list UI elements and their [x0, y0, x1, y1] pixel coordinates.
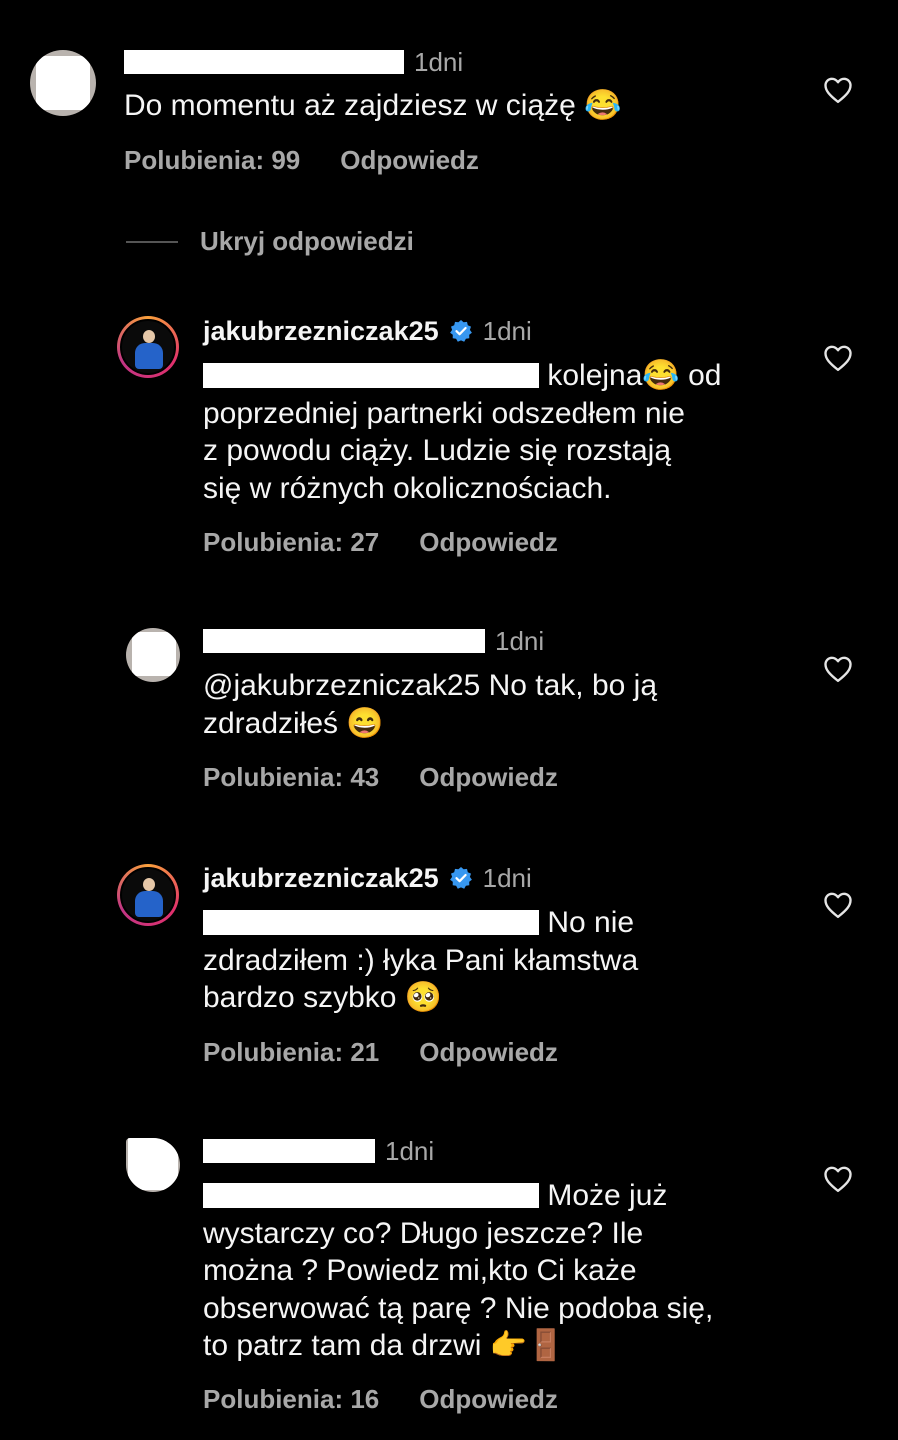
username-redaction[interactable] — [203, 1139, 375, 1163]
username[interactable]: jakubrzezniczak25 — [203, 316, 439, 347]
username-redaction[interactable] — [203, 629, 485, 653]
heart-icon[interactable] — [823, 891, 853, 919]
likes-count[interactable]: Polubienia: 99 — [124, 145, 300, 175]
mention-redaction — [203, 910, 539, 935]
username[interactable]: jakubrzezniczak25 — [203, 863, 439, 894]
likes-count[interactable]: Polubienia: 43 — [203, 762, 379, 792]
likes-count[interactable]: Polubienia: 27 — [203, 527, 379, 557]
comment-time: 1dni — [495, 625, 545, 656]
comment-text: Do momentu aż zajdziesz w ciążę 😂 — [124, 89, 622, 122]
reply-button[interactable]: Odpowiedz — [419, 1037, 558, 1067]
comment-text: No nie zdradziłem :) łyka Pani kłamstwa … — [203, 906, 639, 1014]
reply-button[interactable]: Odpowiedz — [419, 527, 558, 557]
username-redaction[interactable] — [124, 50, 404, 74]
heart-icon[interactable] — [823, 655, 853, 683]
likes-count[interactable]: Polubienia: 16 — [203, 1384, 379, 1414]
verified-badge-icon — [449, 867, 472, 889]
avatar[interactable] — [117, 864, 179, 926]
comment-time: 1dni — [482, 315, 532, 346]
reply-button[interactable]: Odpowiedz — [419, 1384, 558, 1414]
mention-redaction — [203, 1183, 539, 1208]
comment-time: 1dni — [385, 1135, 435, 1166]
comment-text: Może już wystarczy co? Długo jeszcze? Il… — [203, 1179, 714, 1362]
comment-text: kolejna😂 od poprzedniej partnerki odszed… — [203, 359, 722, 505]
heart-icon[interactable] — [823, 344, 853, 372]
avatar-redaction — [132, 632, 176, 676]
reply-button[interactable]: Odpowiedz — [340, 145, 479, 175]
avatar[interactable] — [117, 316, 179, 378]
verified-badge-icon — [449, 320, 472, 342]
heart-icon[interactable] — [823, 76, 853, 104]
divider-line — [126, 240, 178, 243]
mention-redaction — [203, 363, 539, 388]
pleading-face-emoji: 🥺 — [404, 981, 443, 1014]
hide-replies-toggle[interactable]: Ukryj odpowiedzi — [126, 226, 414, 257]
likes-count[interactable]: Polubienia: 21 — [203, 1037, 379, 1067]
avatar-redaction — [36, 56, 90, 110]
comment-time: 1dni — [414, 46, 464, 77]
avatar-redaction — [128, 1138, 178, 1190]
comment-text: @jakubrzezniczak25 No tak, bo ją zdradzi… — [203, 669, 658, 740]
laughing-emoji: 😂 — [642, 359, 680, 392]
hide-replies-label: Ukryj odpowiedzi — [200, 226, 414, 256]
laughing-emoji: 😂 — [584, 89, 622, 122]
avatar[interactable] — [126, 1138, 180, 1192]
reply-button[interactable]: Odpowiedz — [419, 762, 558, 792]
heart-icon[interactable] — [823, 1165, 853, 1193]
avatar[interactable] — [30, 50, 96, 116]
comment-time: 1dni — [482, 862, 532, 893]
avatar[interactable] — [126, 628, 180, 682]
grinning-emoji: 😄 — [346, 706, 384, 740]
pointing-door-emoji: 👉🚪 — [489, 1329, 565, 1362]
